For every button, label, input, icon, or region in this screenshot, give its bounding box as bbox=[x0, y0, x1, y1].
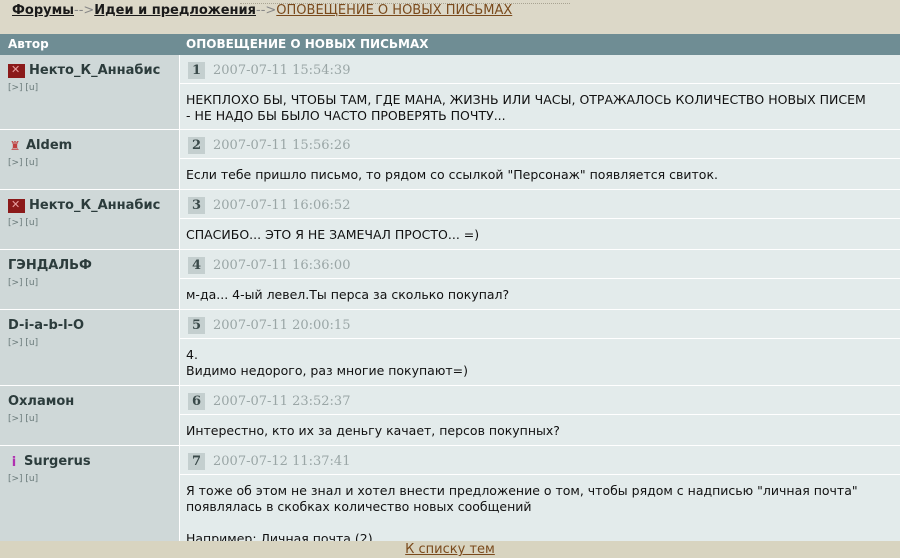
author-action-links[interactable]: [>] [u] bbox=[8, 83, 171, 93]
post-number[interactable]: 2 bbox=[188, 137, 205, 154]
author-line: Некто_К_Аннабис bbox=[8, 198, 171, 213]
author-action-links[interactable]: [>] [u] bbox=[8, 158, 171, 168]
message-header: 2 2007-07-11 15:56:26 bbox=[180, 130, 900, 158]
post-list: Некто_К_Аннабис [>] [u] 1 2007-07-11 15:54:… bbox=[0, 55, 900, 559]
author-action-links[interactable]: [>] [u] bbox=[8, 338, 171, 348]
post-text: 4. Видимо недорого, раз многие покупают=… bbox=[180, 338, 900, 386]
post-datetime: 2007-07-11 15:56:26 bbox=[213, 138, 351, 153]
post-row: ♜ Aldem [>] [u] 2 2007-07-11 15:56:26 Если те… bbox=[0, 130, 900, 190]
author-line: D-i-a-b-l-O bbox=[8, 318, 171, 333]
author-line: Некто_К_Аннабис bbox=[8, 63, 171, 78]
cropped-header-edge bbox=[240, 0, 570, 4]
i-icon: i bbox=[11, 454, 17, 470]
author-cell: Некто_К_Аннабис [>] [u] bbox=[0, 55, 180, 129]
author-column-header: Автор bbox=[8, 37, 49, 51]
author-line: Охламон bbox=[8, 394, 171, 409]
breadcrumb-ideas-link[interactable]: Идеи и предложения bbox=[94, 3, 256, 18]
message-cell: 4 2007-07-11 16:36:00 м-да... 4-ый левел.Т… bbox=[180, 250, 900, 309]
post-text: НЕКПЛОХО БЫ, ЧТОБЫ ТАМ, ГДЕ МАНА, ЖИЗНЬ … bbox=[180, 83, 900, 131]
post-datetime: 2007-07-11 16:06:52 bbox=[213, 198, 351, 213]
author-name[interactable]: Surgerus bbox=[24, 454, 91, 469]
post-number[interactable]: 6 bbox=[188, 393, 205, 410]
post-datetime: 2007-07-11 16:36:00 bbox=[213, 258, 351, 273]
breadcrumb-separator: --> bbox=[256, 3, 277, 18]
post-number[interactable]: 3 bbox=[188, 197, 205, 214]
message-header: 1 2007-07-11 15:54:39 bbox=[180, 55, 900, 83]
post-row: Охламон [>] [u] 6 2007-07-11 23:52:37 Интере… bbox=[0, 386, 900, 446]
message-header: 3 2007-07-11 16:06:52 bbox=[180, 190, 900, 218]
message-cell: 3 2007-07-11 16:06:52 СПАСИБО... ЭТО Я НЕ … bbox=[180, 190, 900, 249]
author-cell: ГЭНДАЛЬФ [>] [u] bbox=[0, 250, 180, 309]
post-datetime: 2007-07-11 23:52:37 bbox=[213, 394, 351, 409]
author-line: ♜ Aldem bbox=[8, 138, 171, 153]
post-datetime: 2007-07-12 11:37:41 bbox=[213, 454, 351, 469]
figure-icon: ♜ bbox=[9, 138, 21, 153]
message-header: 6 2007-07-11 23:52:37 bbox=[180, 386, 900, 414]
post-datetime: 2007-07-11 20:00:15 bbox=[213, 318, 351, 333]
post-row: Некто_К_Аннабис [>] [u] 3 2007-07-11 16:06:… bbox=[0, 190, 900, 250]
thread-table: Автор ОПОВЕЩЕНИЕ О НОВЫХ ПИСЬМАХ Некто_К… bbox=[0, 34, 900, 559]
message-cell: 1 2007-07-11 15:54:39 НЕКПЛОХО БЫ, ЧТОБЫ Т… bbox=[180, 55, 900, 129]
author-action-links[interactable]: [>] [u] bbox=[8, 414, 171, 424]
post-row: Некто_К_Аннабис [>] [u] 1 2007-07-11 15:54:… bbox=[0, 55, 900, 130]
message-header: 5 2007-07-11 20:00:15 bbox=[180, 310, 900, 338]
author-name[interactable]: Охламон bbox=[8, 394, 74, 409]
footer: К списку тем bbox=[0, 541, 900, 558]
post-number[interactable]: 5 bbox=[188, 317, 205, 334]
post-number[interactable]: 7 bbox=[188, 453, 205, 470]
author-name[interactable]: D-i-a-b-l-O bbox=[8, 318, 84, 333]
red-x-icon bbox=[8, 198, 25, 213]
author-action-links[interactable]: [>] [u] bbox=[8, 278, 171, 288]
message-header: 4 2007-07-11 16:36:00 bbox=[180, 250, 900, 278]
post-row: D-i-a-b-l-O [>] [u] 5 2007-07-11 20:00:15 4.… bbox=[0, 310, 900, 386]
author-name[interactable]: Aldem bbox=[26, 138, 72, 153]
topic-title-header: ОПОВЕЩЕНИЕ О НОВЫХ ПИСЬМАХ bbox=[186, 37, 429, 51]
author-line: ГЭНДАЛЬФ bbox=[8, 258, 171, 273]
author-cell: Некто_К_Аннабис [>] [u] bbox=[0, 190, 180, 249]
post-number[interactable]: 4 bbox=[188, 257, 205, 274]
breadcrumb: Форумы-->Идеи и предложения-->ОПОВЕЩЕНИЕ… bbox=[0, 0, 900, 34]
red-x-icon bbox=[8, 63, 25, 78]
post-row: ГЭНДАЛЬФ [>] [u] 4 2007-07-11 16:36:00 м-да.… bbox=[0, 250, 900, 310]
post-text: СПАСИБО... ЭТО Я НЕ ЗАМЕЧАЛ ПРОСТО... =) bbox=[180, 218, 900, 250]
author-cell: Охламон [>] [u] bbox=[0, 386, 180, 445]
author-action-links[interactable]: [>] [u] bbox=[8, 474, 171, 484]
breadcrumb-forums-link[interactable]: Форумы bbox=[12, 3, 74, 18]
author-name[interactable]: Некто_К_Аннабис bbox=[29, 198, 160, 213]
message-header: 7 2007-07-12 11:37:41 bbox=[180, 446, 900, 474]
breadcrumb-current-topic[interactable]: ОПОВЕЩЕНИЕ О НОВЫХ ПИСЬМАХ bbox=[276, 3, 512, 18]
message-cell: 5 2007-07-11 20:00:15 4. Видимо недорого, … bbox=[180, 310, 900, 385]
post-text: м-да... 4-ый левел.Ты перса за сколько п… bbox=[180, 278, 900, 310]
message-cell: 2 2007-07-11 15:56:26 Если тебе пришло пис… bbox=[180, 130, 900, 189]
author-line: i Surgerus bbox=[8, 454, 171, 470]
post-datetime: 2007-07-11 15:54:39 bbox=[213, 63, 351, 78]
post-text: Интерестно, кто их за деньгу качает, пер… bbox=[180, 414, 900, 446]
author-name[interactable]: ГЭНДАЛЬФ bbox=[8, 258, 92, 273]
breadcrumb-separator: --> bbox=[74, 3, 95, 18]
message-cell: 6 2007-07-11 23:52:37 Интерестно, кто их з… bbox=[180, 386, 900, 445]
back-to-topics-link[interactable]: К списку тем bbox=[405, 542, 495, 557]
post-text: Если тебе пришло письмо, то рядом со ссы… bbox=[180, 158, 900, 190]
post-number[interactable]: 1 bbox=[188, 62, 205, 79]
table-header: Автор ОПОВЕЩЕНИЕ О НОВЫХ ПИСЬМАХ bbox=[0, 34, 900, 55]
author-name[interactable]: Некто_К_Аннабис bbox=[29, 63, 160, 78]
author-action-links[interactable]: [>] [u] bbox=[8, 218, 171, 228]
author-cell: ♜ Aldem [>] [u] bbox=[0, 130, 180, 189]
author-cell: D-i-a-b-l-O [>] [u] bbox=[0, 310, 180, 385]
